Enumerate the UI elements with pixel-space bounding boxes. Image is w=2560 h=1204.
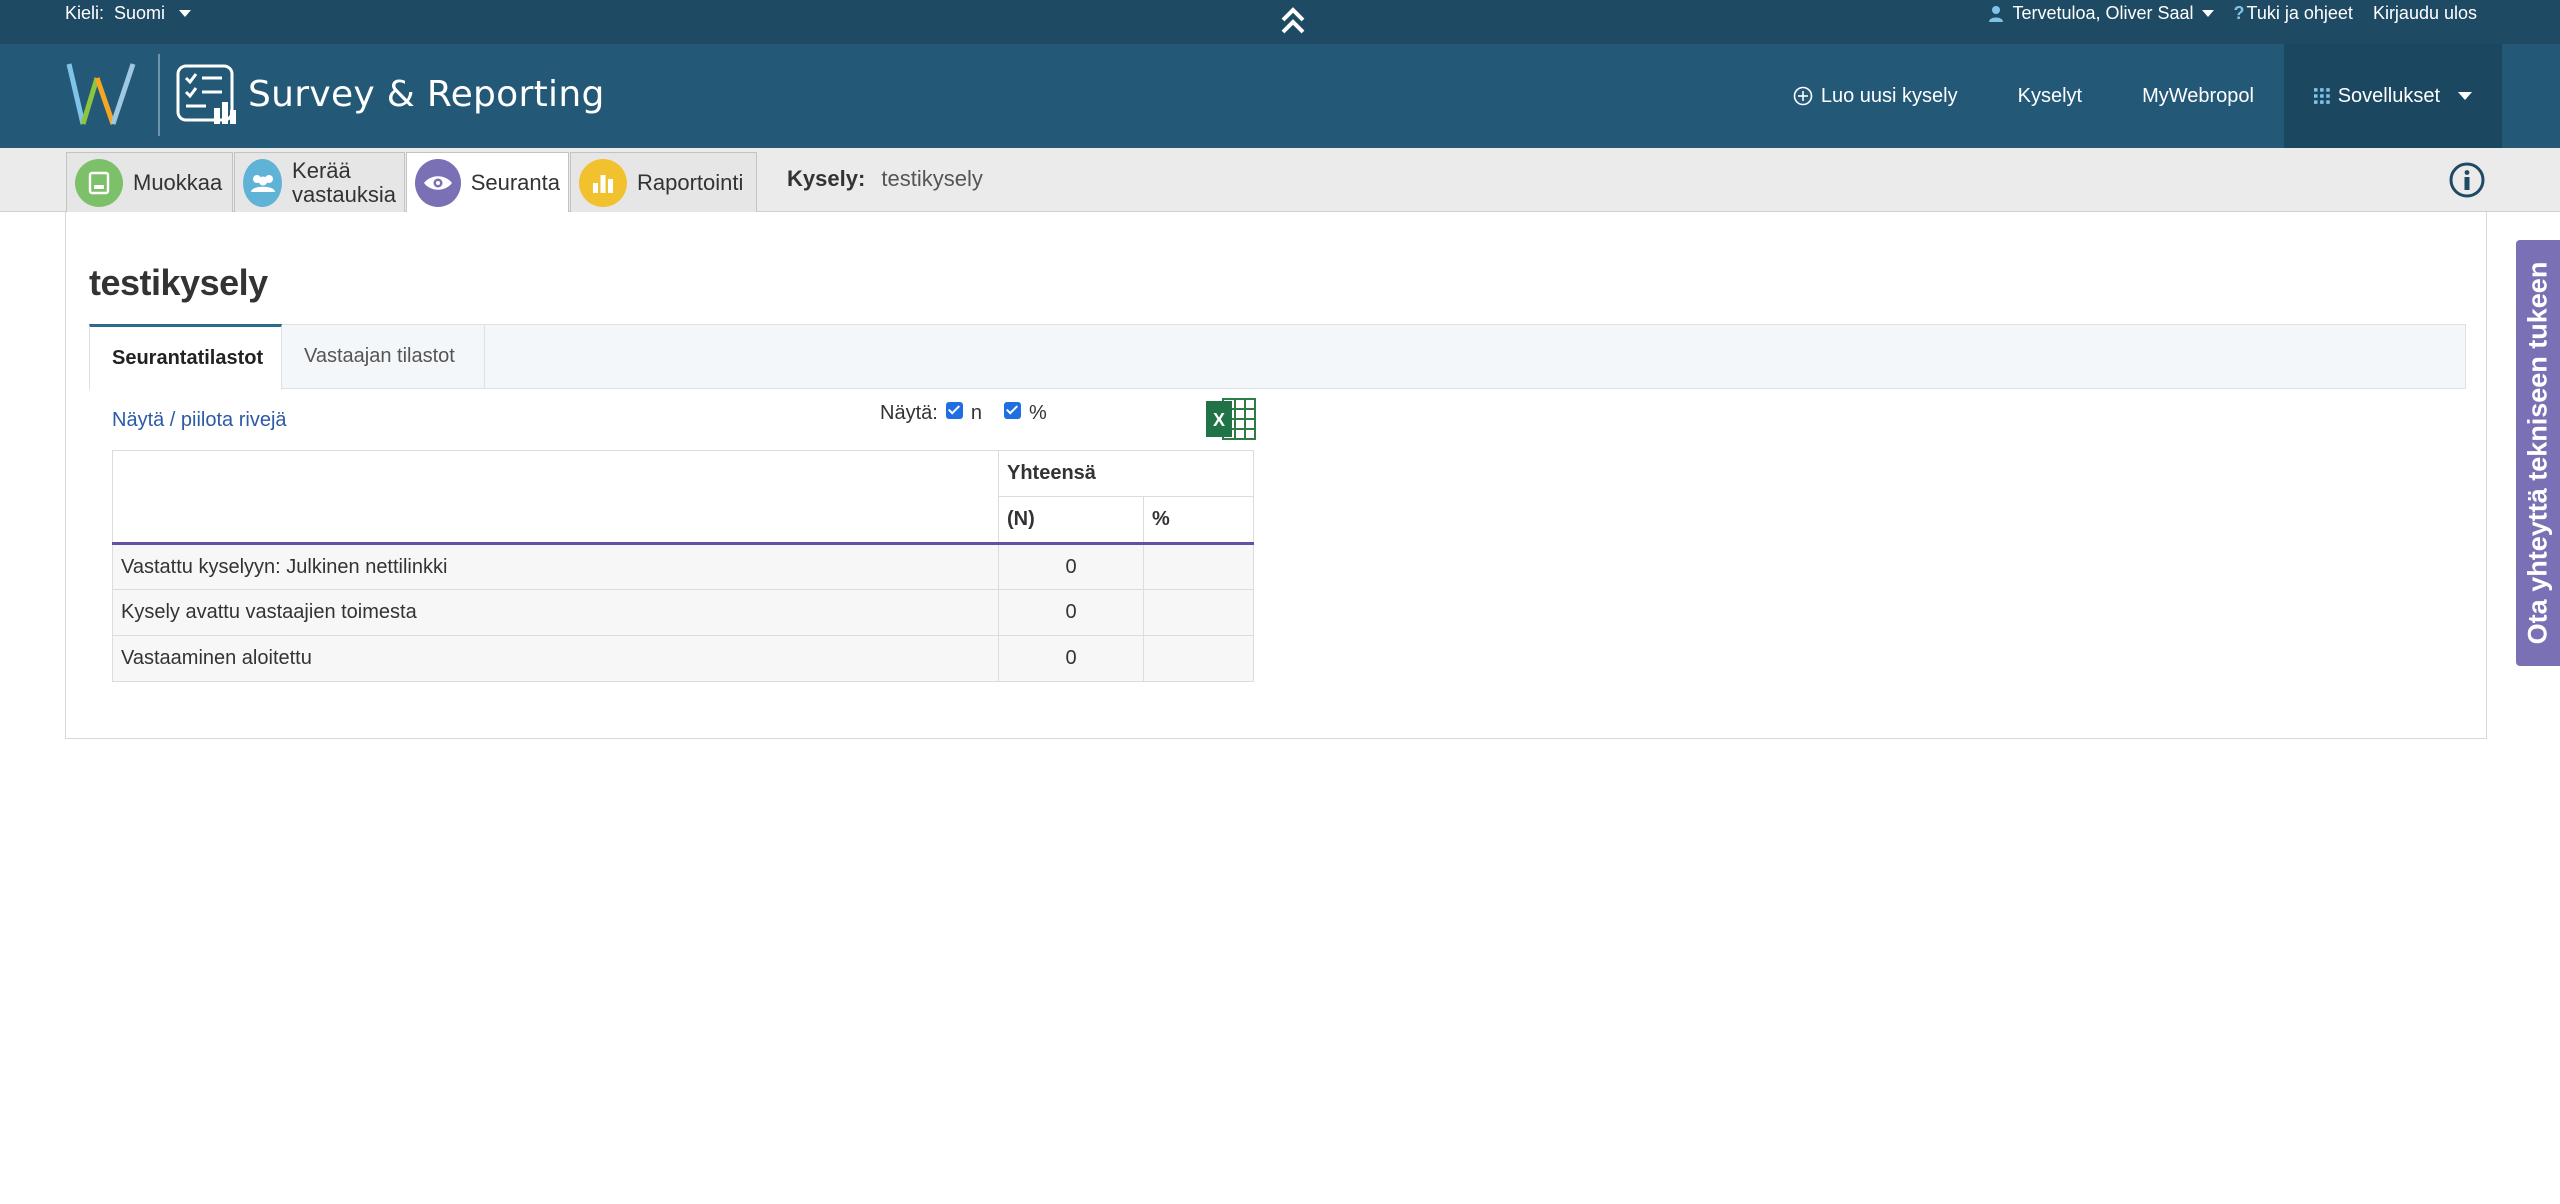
language-value[interactable]: Suomi	[114, 3, 165, 24]
row-percent	[1143, 543, 1254, 590]
row-percent	[1143, 589, 1254, 636]
contact-support-tab[interactable]: Ota yhteyttä tekniseen tukeen	[2516, 240, 2560, 666]
row-label: Kysely avattu vastaajien toimesta	[112, 589, 999, 636]
show-percent-checkbox[interactable]	[1003, 402, 1021, 419]
tab-collect[interactable]: Kerää vastauksia	[234, 152, 405, 212]
excel-export-icon[interactable]: X	[1205, 396, 1257, 442]
table-subheader-empty	[112, 496, 999, 545]
main-header: Survey & Reporting Luo uusi kysely Kysel…	[0, 44, 2560, 148]
tab-respondent-stats[interactable]: Vastaajan tilastot	[282, 324, 485, 389]
table-row: Vastattu kyselyyn: Julkinen nettilinkki …	[112, 543, 1254, 590]
row-percent	[1143, 635, 1254, 682]
table-row: Kysely avattu vastaajien toimesta 0	[112, 589, 1254, 636]
content-panel: testikysely Seurantatilastot Vastaajan t…	[65, 212, 2487, 739]
tracking-stats-table: Yhteensä (N) % Vastattu kyselyyn: Julkin…	[112, 450, 1254, 682]
chevron-down-icon[interactable]	[2201, 10, 2214, 17]
show-n-label: n	[970, 402, 982, 424]
table-header-empty	[112, 450, 999, 497]
surveys-label: Kyselyt	[2017, 84, 2083, 107]
language-label: Kieli:	[65, 3, 105, 23]
row-n: 0	[998, 543, 1144, 590]
language-selector[interactable]: Kieli: Suomi	[65, 3, 192, 24]
tab-reporting[interactable]: Raportointi	[570, 152, 757, 212]
tab-edit[interactable]: Muokkaa	[66, 152, 233, 212]
logout-link[interactable]: Kirjaudu ulos	[2373, 3, 2477, 24]
user-icon	[1989, 5, 2004, 22]
tab-tracking[interactable]: Seuranta	[406, 152, 569, 213]
users-icon	[243, 158, 283, 207]
eye-icon	[415, 159, 461, 207]
group-header: Yhteensä	[998, 450, 1254, 497]
apps-menu[interactable]: Sovellukset	[2284, 44, 2502, 148]
current-survey: Kysely: testikysely	[787, 166, 983, 192]
row-label: Vastattu kyselyyn: Julkinen nettilinkki	[112, 543, 999, 590]
toggle-rows-link[interactable]: Näytä / piilota rivejä	[112, 409, 287, 432]
new-survey-label: Luo uusi kysely	[1820, 84, 1958, 107]
chevron-down-icon[interactable]	[179, 10, 192, 17]
header-divider	[158, 54, 160, 136]
help-label[interactable]: Tuki ja ohjeet	[2247, 3, 2353, 24]
survey-name: testikysely	[881, 166, 983, 191]
help-link[interactable]: ? Tuki ja ohjeet	[2234, 3, 2353, 24]
edit-icon	[75, 158, 123, 207]
svg-text:X: X	[1213, 410, 1225, 430]
row-n: 0	[998, 635, 1144, 682]
show-percent-label: %	[1028, 402, 1047, 424]
stats-tabs: Seurantatilastot Vastaajan tilastot	[89, 324, 2466, 390]
new-survey-button[interactable]: Luo uusi kysely	[1763, 44, 1988, 148]
tab-edit-label: Muokkaa	[133, 169, 223, 195]
webropol-logo[interactable]	[65, 58, 137, 130]
user-menu[interactable]: Tervetuloa, Oliver Saal	[1988, 3, 2214, 24]
row-label: Vastaaminen aloitettu	[112, 635, 999, 682]
table-subheader-row: (N) %	[112, 496, 1254, 545]
page-title: testikysely	[89, 262, 268, 303]
header-nav: Luo uusi kysely Kyselyt MyWebropol Sovel…	[1763, 44, 2502, 148]
collapse-header-icon[interactable]	[1280, 4, 1306, 38]
show-n-checkbox[interactable]	[945, 402, 963, 419]
grid-icon	[2314, 88, 2330, 104]
show-label: Näytä:	[880, 402, 938, 424]
col-n-header: (N)	[998, 496, 1144, 545]
user-name[interactable]: Tervetuloa, Oliver Saal	[2012, 3, 2193, 24]
tab-collect-label-2: vastauksia	[292, 181, 396, 207]
chevron-down-icon	[2458, 92, 2472, 100]
mywebropol-label: MyWebropol	[2142, 84, 2254, 107]
tab-collect-label-1: Kerää	[292, 157, 351, 183]
col-percent-header: %	[1143, 496, 1254, 545]
app-title: Survey & Reporting	[248, 74, 605, 115]
tab-tracking-stats[interactable]: Seurantatilastot	[89, 324, 282, 390]
logout-label[interactable]: Kirjaudu ulos	[2373, 3, 2477, 24]
table-header-row: Yhteensä	[112, 450, 1254, 497]
bar-chart-icon	[579, 158, 627, 207]
contact-support-label: Ota yhteyttä tekniseen tukeen	[2522, 261, 2553, 645]
mywebropol-link[interactable]: MyWebropol	[2112, 44, 2284, 148]
top-utility-bar: Kieli: Suomi Tervetuloa, Oliver Saal ? T…	[0, 0, 2560, 44]
table-row: Vastaaminen aloitettu 0	[112, 635, 1254, 682]
tab-tracking-label: Seuranta	[470, 170, 560, 195]
info-icon[interactable]	[2449, 162, 2485, 198]
surveys-link[interactable]: Kyselyt	[1988, 44, 2112, 148]
plus-circle-icon	[1793, 86, 1813, 106]
apps-label: Sovellukset	[2337, 84, 2440, 107]
row-n: 0	[998, 589, 1144, 636]
survey-label: Kysely:	[787, 166, 866, 191]
show-options: Näytä: n %	[880, 402, 1047, 425]
question-icon: ?	[2233, 3, 2245, 23]
survey-reporting-icon	[176, 64, 236, 124]
tab-reporting-label: Raportointi	[637, 169, 744, 195]
survey-subnav: Muokkaa Kerää vastauksia Seuranta Raport…	[0, 148, 2560, 213]
